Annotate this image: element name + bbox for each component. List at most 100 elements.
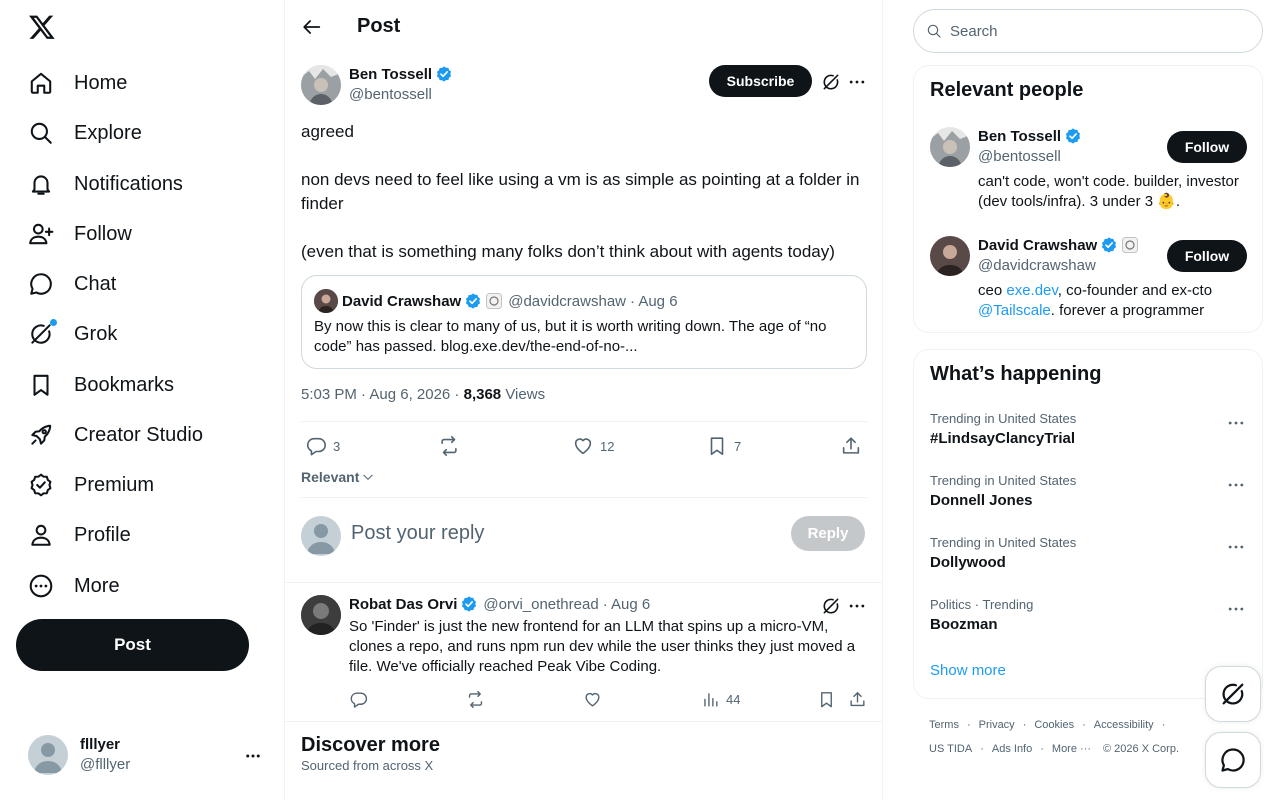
follow-button[interactable]: Follow [1167, 240, 1247, 272]
left-sidebar: Home Explore Notifications Follow Chat G… [0, 0, 284, 800]
repost-action[interactable] [466, 690, 485, 709]
views-count: 8,368 [463, 386, 502, 403]
search-box[interactable] [913, 9, 1263, 53]
reply-action[interactable] [349, 690, 368, 709]
reply-input[interactable]: Post your reply [351, 522, 484, 545]
card-title: What’s happening [930, 363, 1102, 385]
grok-icon[interactable] [821, 72, 841, 92]
person-name[interactable]: David Crawshaw [978, 236, 1139, 254]
reply-author-handle[interactable]: @orvi_onethread [483, 596, 598, 613]
footer-link[interactable]: Accessibility [1094, 719, 1154, 731]
views-action[interactable]: 44 [701, 690, 740, 709]
footer-link[interactable]: Terms [929, 719, 959, 731]
nav-follow[interactable]: Follow [28, 214, 132, 254]
footer-link[interactable]: US TIDA [929, 743, 972, 755]
whats-happening-card: What’s happening Trending in United Stat… [913, 349, 1263, 699]
bookmark-action[interactable]: 7 [706, 435, 741, 457]
grok-icon [1222, 683, 1244, 705]
tweet-paragraph: non devs need to feel like using a vm is… [301, 170, 860, 213]
account-switcher[interactable]: flllyer @flllyer [28, 735, 272, 775]
more-horizontal-icon[interactable] [1226, 413, 1246, 433]
trend-name[interactable]: #LindsayClancyTrial [930, 430, 1075, 447]
subscribe-button[interactable]: Subscribe [709, 65, 812, 97]
more-horizontal-icon[interactable] [847, 596, 867, 616]
trend-name[interactable]: Dollywood [930, 554, 1006, 571]
rocket-icon [28, 422, 54, 448]
share-action[interactable] [848, 690, 867, 709]
home-icon [28, 70, 54, 96]
more-horizontal-icon[interactable] [1226, 537, 1246, 557]
trend-name[interactable]: Boozman [930, 616, 998, 633]
avatar [314, 289, 338, 313]
back-arrow-icon[interactable] [301, 16, 323, 38]
nav-chat[interactable]: Chat [28, 264, 116, 304]
nav-notifications[interactable]: Notifications [28, 164, 183, 204]
reply-button[interactable]: Reply [791, 516, 865, 551]
repost-icon [468, 690, 483, 709]
more-horizontal-icon[interactable] [1226, 475, 1246, 495]
reply-action[interactable]: 3 [305, 435, 340, 457]
post-button[interactable]: Post [16, 619, 249, 671]
footer-links: Terms · Privacy · Cookies · Accessibility · [929, 719, 1166, 731]
footer-link[interactable]: Ads Info [992, 743, 1032, 755]
page-title: Post [357, 15, 401, 37]
nav-grok[interactable]: Grok [28, 314, 117, 354]
like-count: 12 [600, 438, 615, 454]
person-handle[interactable]: @davidcrawshaw [978, 257, 1096, 274]
author-name-text: Ben Tossell [349, 65, 433, 83]
avatar[interactable] [301, 65, 341, 105]
trend-context: Trending in United States [930, 411, 1077, 426]
nav-home[interactable]: Home [28, 63, 127, 103]
heart-icon [585, 692, 600, 707]
nav-explore[interactable]: Explore [28, 113, 142, 153]
reply-author-name[interactable]: Robat Das Orvi [349, 596, 457, 613]
sort-replies-dropdown[interactable]: Relevant [301, 469, 375, 485]
quoted-tweet[interactable]: David Crawshaw @davidcrawshaw · Aug 6 By… [301, 275, 867, 369]
author-handle[interactable]: @bentossell [349, 86, 432, 103]
footer-link[interactable]: Privacy [979, 719, 1015, 731]
bookmark-action[interactable] [817, 690, 836, 709]
grok-fab[interactable] [1205, 666, 1261, 722]
footer-link[interactable]: Cookies [1034, 719, 1074, 731]
right-sidebar: Relevant people Ben Tossell @bentossell … [883, 0, 1280, 800]
x-logo-icon[interactable] [28, 13, 56, 41]
like-action[interactable]: 12 [572, 435, 614, 457]
tweet-time[interactable]: 5:03 PM · Aug 6, 2026 · [301, 386, 459, 403]
more-horizontal-icon[interactable] [847, 72, 867, 92]
person-name[interactable]: Ben Tossell [978, 127, 1082, 145]
affiliate-badge-icon [486, 293, 503, 309]
nav-premium[interactable]: Premium [28, 465, 154, 505]
nav-profile[interactable]: Profile [28, 515, 131, 555]
avatar[interactable] [930, 127, 970, 167]
relevant-people-card: Relevant people Ben Tossell @bentossell … [913, 65, 1263, 333]
more-horizontal-icon[interactable] [1226, 599, 1246, 619]
reply-views-count: 44 [726, 692, 741, 707]
person-handle[interactable]: @bentossell [978, 148, 1061, 165]
avatar[interactable] [930, 236, 970, 276]
bio-link[interactable]: @Tailscale [978, 302, 1051, 319]
nav-premium-label: Premium [74, 473, 155, 496]
divider [285, 721, 882, 722]
bell-icon [28, 171, 54, 197]
nav-more[interactable]: More [28, 566, 120, 606]
nav-bookmarks[interactable]: Bookmarks [28, 365, 174, 405]
more-circle-icon [28, 573, 54, 599]
follow-button[interactable]: Follow [1167, 131, 1247, 163]
show-more-link[interactable]: Show more [930, 662, 1006, 679]
share-action[interactable] [840, 435, 862, 457]
author-name[interactable]: Ben Tossell [349, 65, 453, 83]
trend-name[interactable]: Donnell Jones [930, 492, 1033, 509]
footer-link[interactable]: More ··· [1052, 743, 1091, 755]
repost-action[interactable] [438, 435, 460, 457]
messages-fab[interactable] [1205, 732, 1261, 788]
nav-creator-studio[interactable]: Creator Studio [28, 415, 203, 455]
bookmark-icon [28, 372, 54, 398]
account-name: flllyer [80, 736, 121, 753]
grok-icon[interactable] [821, 596, 841, 616]
repost-icon [441, 436, 457, 456]
bio-link[interactable]: exe.dev [1006, 282, 1057, 299]
search-input[interactable] [950, 22, 1250, 40]
like-action[interactable] [583, 690, 602, 709]
reply-icon [306, 437, 326, 456]
avatar[interactable] [301, 595, 341, 635]
